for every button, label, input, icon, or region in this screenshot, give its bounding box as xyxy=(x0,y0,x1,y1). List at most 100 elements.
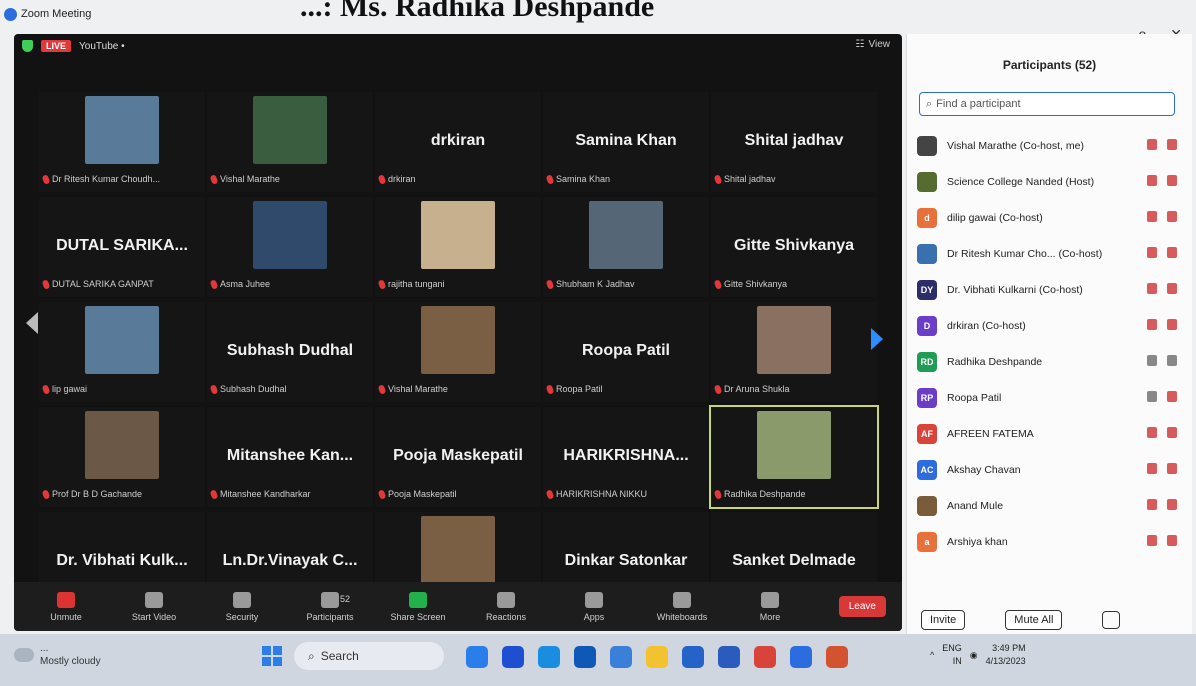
participant-name-text: Vishal Marathe xyxy=(388,384,448,394)
encryption-shield-icon[interactable] xyxy=(22,40,33,52)
previous-page-arrow-icon[interactable] xyxy=(26,312,38,334)
video-tile[interactable]: Roopa Patil Roopa Patil xyxy=(543,302,709,402)
security-button[interactable]: Security xyxy=(198,591,286,622)
video-tile[interactable]: Shital jadhav Shital jadhav xyxy=(711,92,877,192)
participant-row[interactable]: RD Radhika Deshpande xyxy=(917,344,1187,380)
share-screen-button[interactable]: Share Screen xyxy=(374,591,462,622)
taskbar-search[interactable]: ⌕ Search xyxy=(294,642,444,670)
participant-video xyxy=(421,516,495,584)
video-tile[interactable]: Shubham K Jadhav xyxy=(543,197,709,297)
invite-button[interactable]: Invite xyxy=(921,610,966,630)
video-tile[interactable]: Dr Aruna Shukla xyxy=(711,302,877,402)
participant-row[interactable]: Vishal Marathe (Co-host, me) xyxy=(917,128,1187,164)
participant-row[interactable]: AF AFREEN FATEMA xyxy=(917,416,1187,452)
view-button[interactable]: ☷ View xyxy=(856,39,890,50)
whiteboards-button[interactable]: Whiteboards xyxy=(638,591,726,622)
app-icon[interactable] xyxy=(574,646,596,668)
search-icon: ⌕ xyxy=(926,97,933,110)
video-tile[interactable]: Dr Ritesh Kumar Choudh... xyxy=(39,92,205,192)
video-tile[interactable]: Subhash Dudhal Subhash Dudhal xyxy=(207,302,373,402)
participants-button[interactable]: 52 Participants xyxy=(286,591,374,622)
more-button[interactable]: More xyxy=(726,591,814,622)
weather-widget[interactable]: ... Mostly cloudy xyxy=(40,642,101,668)
participant-row[interactable]: RP Roopa Patil xyxy=(917,380,1187,416)
video-grid: Dr Ritesh Kumar Choudh... Vishal Marathe d… xyxy=(39,92,879,612)
video-tile[interactable]: Pooja Maskepatil Pooja Maskepatil xyxy=(375,407,541,507)
participant-row[interactable]: DY Dr. Vibhati Kulkarni (Co-host) xyxy=(917,272,1187,308)
video-tile[interactable]: Prof Dr B D Gachande xyxy=(39,407,205,507)
participant-name-label: Samina Khan xyxy=(545,173,610,185)
window-title: Zoom Meeting xyxy=(21,8,92,20)
avatar xyxy=(917,172,937,192)
video-tile[interactable]: rajitha tungani xyxy=(375,197,541,297)
participant-name: Akshay Chavan xyxy=(947,464,1021,476)
participant-name: Vishal Marathe (Co-host, me) xyxy=(947,140,1084,152)
app-icon[interactable] xyxy=(502,646,524,668)
video-tile[interactable]: Gitte Shivkanya Gitte Shivkanya xyxy=(711,197,877,297)
participant-name-text: Asma Juhee xyxy=(220,279,271,289)
app-icon[interactable] xyxy=(466,646,488,668)
video-tile[interactable]: Vishal Marathe xyxy=(375,302,541,402)
mail-icon[interactable] xyxy=(610,646,632,668)
language-indicator[interactable]: ENG IN xyxy=(942,642,962,668)
participant-row[interactable]: AC Akshay Chavan xyxy=(917,452,1187,488)
reactions-button[interactable]: Reactions xyxy=(462,591,550,622)
participant-row[interactable]: Dr Ritesh Kumar Cho... (Co-host) xyxy=(917,236,1187,272)
participant-row[interactable]: a Arshiya khan xyxy=(917,524,1187,560)
folder-icon[interactable] xyxy=(646,646,668,668)
word-icon[interactable] xyxy=(718,646,740,668)
participant-name-label: Vishal Marathe xyxy=(377,383,448,395)
video-tile[interactable]: HARIKRISHNA... HARIKRISHNA NIKKU xyxy=(543,407,709,507)
avatar: AC xyxy=(917,460,937,480)
wifi-icon[interactable]: ◉ xyxy=(970,650,978,661)
powerpoint-icon[interactable] xyxy=(826,646,848,668)
chevron-up-icon[interactable]: ^ xyxy=(930,650,934,660)
start-video-button[interactable]: Start Video xyxy=(110,591,198,622)
windows-start-icon[interactable] xyxy=(262,646,282,666)
video-tile[interactable]: lip gawai xyxy=(39,302,205,402)
video-tile[interactable]: Mitanshee Kan... Mitanshee Kandharkar xyxy=(207,407,373,507)
avatar: RP xyxy=(917,388,937,408)
mic-muted-icon xyxy=(1147,175,1157,186)
participant-row[interactable]: Ddrkiran (Co-host) xyxy=(917,308,1187,344)
video-tile[interactable]: DUTAL SARIKA... DUTAL SARIKA GANPAT xyxy=(39,197,205,297)
stream-label[interactable]: YouTube • xyxy=(79,41,125,52)
avatar: d xyxy=(917,208,937,228)
video-tile[interactable]: drkiran drkiran xyxy=(375,92,541,192)
zoom-icon[interactable] xyxy=(790,646,812,668)
chrome-icon[interactable] xyxy=(754,646,776,668)
video-tile[interactable]: Samina Khan Samina Khan xyxy=(543,92,709,192)
next-page-arrow-icon[interactable] xyxy=(871,328,883,350)
mic-muted-icon xyxy=(1147,355,1157,366)
participant-display-name: Shital jadhav xyxy=(744,132,844,149)
toolbar-label: Unmute xyxy=(50,611,82,622)
edge-icon[interactable] xyxy=(538,646,560,668)
participant-name-text: drkiran xyxy=(388,174,416,184)
live-badge[interactable]: LIVE xyxy=(41,40,72,52)
video-off-icon xyxy=(1167,175,1177,186)
participant-search-input[interactable]: ⌕ Find a participant xyxy=(919,92,1175,116)
participant-name-label: Roopa Patil xyxy=(545,383,603,395)
more-options-icon[interactable] xyxy=(1102,611,1121,629)
leave-button[interactable]: Leave xyxy=(838,596,886,617)
unmute-button[interactable]: Unmute xyxy=(22,591,110,622)
participant-row[interactable]: Anand Mule xyxy=(917,488,1187,524)
search-placeholder: Find a participant xyxy=(936,98,1021,110)
participant-status-icons xyxy=(1147,319,1177,330)
video-off-icon xyxy=(1167,535,1177,546)
video-tile[interactable]: Asma Juhee xyxy=(207,197,373,297)
avatar xyxy=(917,244,937,264)
video-tile[interactable]: Radhika Deshpande xyxy=(709,405,879,509)
video-tile[interactable]: Vishal Marathe xyxy=(207,92,373,192)
mute-all-button[interactable]: Mute All xyxy=(1005,610,1063,630)
participant-row[interactable]: Science College Nanded (Host) xyxy=(917,164,1187,200)
clock[interactable]: 3:49 PM 4/13/2023 xyxy=(986,642,1026,668)
apps-button[interactable]: Apps xyxy=(550,591,638,622)
participants-panel: Participants (52) ⌕ Find a participant V… xyxy=(906,34,1192,634)
participant-name-text: Prof Dr B D Gachande xyxy=(52,489,143,499)
participant-count: 52 xyxy=(339,593,350,604)
app-icon[interactable] xyxy=(682,646,704,668)
mic-muted-icon xyxy=(1147,283,1157,294)
video-off-icon xyxy=(145,591,163,608)
participant-row[interactable]: d dilip gawai (Co-host) xyxy=(917,200,1187,236)
